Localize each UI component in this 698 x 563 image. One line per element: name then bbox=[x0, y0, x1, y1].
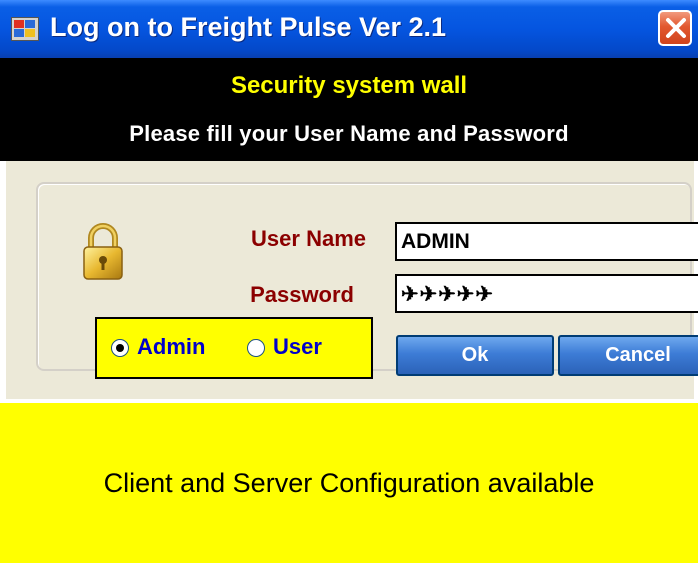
close-button[interactable] bbox=[658, 10, 692, 46]
password-input[interactable]: ✈✈✈✈✈ bbox=[395, 274, 698, 313]
header-title: Security system wall bbox=[230, 72, 468, 99]
cancel-button[interactable]: Cancel bbox=[558, 335, 698, 376]
app-window-icon[interactable] bbox=[11, 17, 39, 41]
padlock-icon bbox=[83, 223, 123, 280]
user-radio-label[interactable]: User bbox=[273, 334, 322, 360]
username-label: User Name bbox=[251, 226, 366, 251]
user-radio[interactable] bbox=[247, 339, 265, 357]
title-bar[interactable]: Log on to Freight Pulse Ver 2.1 bbox=[0, 0, 698, 58]
close-icon bbox=[666, 18, 686, 38]
password-label: Password bbox=[250, 282, 354, 307]
footer-message: Client and Server Configuration availabl… bbox=[103, 468, 595, 498]
admin-radio[interactable] bbox=[111, 339, 129, 357]
role-selector: Admin User bbox=[95, 317, 373, 379]
window-title: Log on to Freight Pulse Ver 2.1 bbox=[50, 12, 447, 42]
config-footer: Client and Server Configuration availabl… bbox=[0, 403, 698, 563]
login-window: Log on to Freight Pulse Ver 2.1 Security… bbox=[0, 0, 698, 563]
header-subtitle: Please fill your User Name and Password bbox=[129, 121, 569, 146]
login-form-area: User Name Password ADMIN ✈✈✈✈✈ Admin Use… bbox=[0, 161, 698, 399]
admin-radio-label[interactable]: Admin bbox=[137, 334, 205, 360]
username-input[interactable]: ADMIN bbox=[395, 222, 698, 261]
ok-button[interactable]: Ok bbox=[396, 335, 554, 376]
login-panel: User Name Password ADMIN ✈✈✈✈✈ Admin Use… bbox=[36, 182, 698, 379]
security-header: Security system wall Please fill your Us… bbox=[0, 58, 698, 161]
